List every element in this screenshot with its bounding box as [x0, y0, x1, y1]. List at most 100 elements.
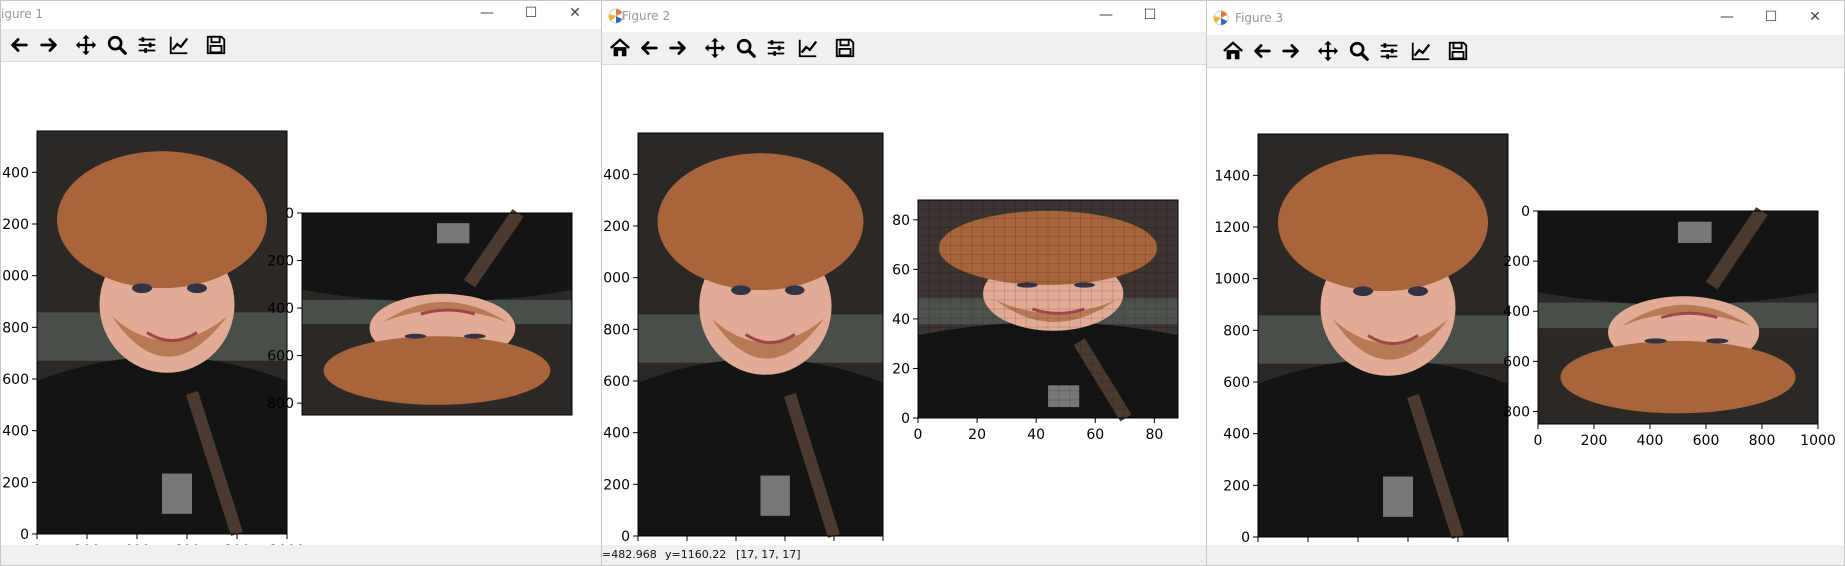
lines-icon[interactable] [166, 33, 192, 57]
maximize-button[interactable]: ☐ [509, 2, 553, 26]
y-tick-label: 0 [621, 529, 630, 545]
photo-content [1258, 134, 1508, 539]
image-axes[interactable]: 0 200 400 600 800 0 200 400 600 800 1000 [1502, 204, 1836, 452]
subplots-icon[interactable] [763, 36, 789, 60]
toolbar [1, 29, 601, 62]
y-tick-label: 1200 [0, 217, 29, 233]
status-bar: =482.968 y=1160.22 [17, 17, 17] [602, 545, 1206, 565]
y-tick-label: 200 [1223, 478, 1250, 494]
pan-icon[interactable] [702, 36, 728, 60]
back-arrow-icon[interactable] [1249, 39, 1275, 63]
y-tick-label: 800 [1223, 323, 1250, 339]
minimize-button[interactable]: — [465, 2, 509, 26]
x-tick-label: 800 [1749, 433, 1776, 449]
save-icon[interactable] [1445, 39, 1471, 63]
x-tick-label: 200 [1581, 433, 1608, 449]
close-button[interactable]: ✕ [553, 2, 597, 26]
y-tick-label: 600 [267, 349, 294, 365]
window-title: Figure 2 [622, 9, 671, 23]
back-arrow-icon[interactable] [6, 33, 32, 57]
x-tick-label: 0 [1534, 433, 1543, 449]
y-tick-label: 200 [2, 475, 29, 491]
y-tick-label: 400 [603, 426, 630, 442]
minimize-button[interactable]: — [1084, 4, 1128, 28]
toolbar [1207, 35, 1844, 68]
y-tick-label: 0 [20, 527, 29, 543]
title-bar: Figure 2 — ☐ [602, 3, 1206, 29]
figure-canvas[interactable]: 0200400600800100012001400020040060080010… [602, 65, 1206, 561]
figure-2-window: Figure 2 — ☐ 020040060080010001200140002… [601, 0, 1207, 566]
y-tick-label: 1400 [1214, 168, 1250, 184]
y-tick-label: 400 [1223, 427, 1250, 443]
y-tick-label: 1000 [0, 269, 29, 285]
figure-1-window: igure 1 — ☐ ✕ 0 200 400 600 800 1000 1200 1400 0… [0, 0, 602, 566]
y-tick-label: 0 [1521, 204, 1530, 220]
minimize-button[interactable]: — [1705, 6, 1749, 30]
window-title: Figure 3 [1235, 11, 1284, 25]
y-tick-label: 200 [603, 477, 630, 493]
matplotlib-logo-icon [1213, 10, 1229, 26]
toolbar [602, 32, 1206, 65]
x-tick-label: 1000 [1800, 433, 1836, 449]
zoom-icon[interactable] [733, 36, 759, 60]
y-tick-label: 0 [285, 206, 294, 222]
image-axes[interactable]: 0200400600800100012001400020040060080010… [601, 129, 901, 564]
image-axes[interactable]: 0200400600800100012001400020040060080010… [1214, 130, 1526, 565]
maximize-button[interactable]: ☐ [1128, 4, 1172, 28]
status-bar [1, 545, 601, 565]
back-arrow-icon[interactable] [636, 36, 662, 60]
y-tick-label: 60 [892, 262, 910, 278]
y-tick-label: 600 [1503, 354, 1530, 370]
home-icon[interactable] [607, 36, 633, 60]
image-axes[interactable]: 0 200 400 600 800 [266, 206, 586, 419]
y-tick-label: 1000 [601, 271, 630, 287]
x-tick-label: 80 [1145, 427, 1163, 443]
lines-icon[interactable] [1408, 39, 1434, 63]
y-tick-label: 80 [892, 213, 910, 229]
y-tick-label: 1200 [1214, 220, 1250, 236]
title-bar: igure 1 — ☐ ✕ [1, 1, 601, 27]
forward-arrow-icon[interactable] [665, 36, 691, 60]
zoom-icon[interactable] [104, 33, 130, 57]
figure-canvas[interactable]: 0200400600800100012001400020040060080010… [1, 62, 601, 559]
lines-icon[interactable] [795, 36, 821, 60]
maximize-button[interactable]: ☐ [1749, 6, 1793, 30]
forward-arrow-icon[interactable] [1278, 39, 1304, 63]
photo-content [638, 133, 883, 538]
y-tick-label: 0 [901, 411, 910, 427]
x-tick-label: 0 [914, 427, 923, 443]
save-icon[interactable] [832, 36, 858, 60]
y-tick-label: 800 [267, 396, 294, 412]
y-tick-label: 800 [2, 320, 29, 336]
image-axes[interactable]: 0200400600800100012001400020040060080010… [0, 127, 305, 562]
subplots-icon[interactable] [134, 33, 160, 57]
cursor-x-readout: =482.968 [602, 548, 657, 561]
x-tick-label: 20 [968, 427, 986, 443]
y-tick-label: 1200 [601, 219, 630, 235]
y-tick-label: 600 [2, 372, 29, 388]
y-tick-label: 400 [1503, 304, 1530, 320]
cursor-y-readout: y=1160.22 [665, 548, 727, 561]
y-tick-label: 400 [267, 301, 294, 317]
save-icon[interactable] [203, 33, 229, 57]
y-tick-label: 400 [2, 424, 29, 440]
pixel-value-readout: [17, 17, 17] [736, 548, 801, 561]
forward-arrow-icon[interactable] [36, 33, 62, 57]
y-tick-label: 600 [603, 374, 630, 390]
y-tick-label: 20 [892, 361, 910, 377]
y-tick-label: 1000 [1214, 272, 1250, 288]
subplots-icon[interactable] [1376, 39, 1402, 63]
close-button[interactable]: ✕ [1793, 6, 1837, 30]
y-tick-label: 200 [1503, 254, 1530, 270]
y-tick-label: 0 [1241, 530, 1250, 546]
title-bar: Figure 3 — ☐ ✕ [1207, 5, 1844, 31]
pan-icon[interactable] [1315, 39, 1341, 63]
home-icon[interactable] [1220, 39, 1246, 63]
pan-icon[interactable] [73, 33, 99, 57]
y-tick-label: 800 [603, 322, 630, 338]
figure-canvas[interactable]: 0200400600800100012001400020040060080010… [1207, 68, 1844, 562]
status-bar [1207, 545, 1844, 565]
y-tick-label: 40 [892, 312, 910, 328]
image-axes[interactable]: 0 20 40 60 80 0 20 40 60 80 [882, 196, 1192, 446]
zoom-icon[interactable] [1346, 39, 1372, 63]
